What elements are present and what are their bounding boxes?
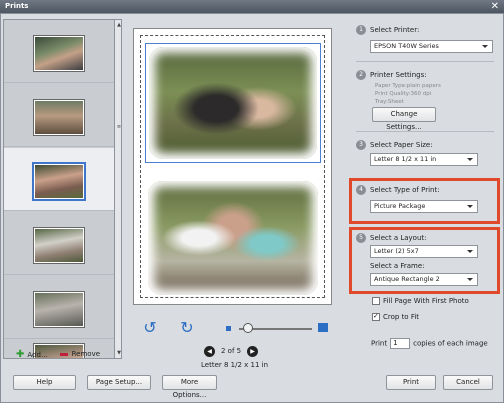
chevron-down-icon: [482, 45, 488, 48]
rotate-left-icon[interactable]: ↺: [141, 319, 159, 337]
preview-photo-bottom[interactable]: [145, 178, 321, 298]
title-bar: Prints ✕: [0, 0, 504, 13]
thumbnail-image: [34, 36, 84, 71]
print-quality-info: Print Quality:360 dpi: [375, 91, 432, 97]
remove-label: Remove: [71, 350, 101, 358]
copies-row: Print 1 copies of each image: [371, 338, 488, 349]
window-title: Prints: [5, 2, 29, 10]
zoom-out-icon[interactable]: [226, 326, 231, 331]
thumbnail-image: [34, 228, 84, 263]
add-remove-bar: ✚ Add... Remove: [16, 347, 100, 361]
thumbnail-image: [34, 164, 84, 199]
remove-button[interactable]: Remove: [59, 350, 101, 358]
step-select-layout: 5 Select a Layout:: [356, 233, 427, 243]
crop-to-fit-checkbox[interactable]: Crop to Fit: [372, 312, 420, 321]
copies-spinner[interactable]: 1: [390, 338, 411, 349]
preview-controls: ↺ ↻: [141, 319, 336, 339]
step-label: Printer Settings:: [370, 71, 427, 79]
prints-dialog: ▲ ≡ ▼ ✚ Add... Remove ↺ ↻ ◀ 2 of 5 ▶ Lett…: [0, 13, 504, 403]
checkbox-box[interactable]: [372, 297, 380, 305]
preview-photo-top[interactable]: [145, 43, 321, 163]
tray-info: Tray:Sheet: [375, 99, 404, 105]
step-number: 3: [356, 140, 366, 150]
scroll-down-icon[interactable]: ▼: [115, 350, 123, 356]
scroll-thumb-icon[interactable]: ≡: [115, 124, 123, 130]
fill-page-checkbox[interactable]: Fill Page With First Photo: [372, 297, 469, 305]
frame-select-value: Antique Rectangle 2: [374, 275, 440, 283]
rotate-right-icon[interactable]: ↻: [178, 319, 196, 337]
step-label: Select Paper Size:: [370, 141, 433, 149]
step-label: Select Printer:: [370, 26, 420, 34]
step-number: 2: [356, 70, 366, 80]
layout-select[interactable]: Letter (2) 5x7: [370, 245, 478, 258]
thumbnail-item[interactable]: [4, 276, 115, 339]
thumbnail-item[interactable]: [4, 212, 115, 275]
paper-type-info: Paper Type:plain papers: [375, 83, 441, 89]
print-preview-page: [133, 28, 332, 305]
step-number: 4: [356, 185, 366, 195]
settings-panel: 1 Select Printer: EPSON T40W Series 2 Prin…: [348, 19, 503, 369]
next-page-icon[interactable]: ▶: [247, 345, 259, 357]
help-button[interactable]: Help: [13, 375, 76, 390]
chevron-down-icon: [467, 158, 473, 161]
layout-select-value: Letter (2) 5x7: [374, 247, 419, 255]
printer-select[interactable]: EPSON T40W Series: [370, 40, 493, 53]
crop-to-fit-label: Crop to Fit: [383, 313, 420, 321]
step-select-paper-size: 3 Select Paper Size:: [356, 140, 433, 150]
dialog-button-bar: Help Page Setup... More Options... Print…: [1, 375, 504, 403]
thumbnail-image: [34, 292, 84, 327]
cancel-button[interactable]: Cancel: [443, 375, 493, 390]
fill-page-label: Fill Page With First Photo: [383, 297, 469, 305]
copies-suffix: copies of each image: [413, 339, 488, 348]
step-number: 1: [356, 25, 366, 35]
step-select-printer: 1 Select Printer:: [356, 25, 419, 35]
thumbnail-image: [34, 100, 84, 135]
type-of-print-select[interactable]: Picture Package: [370, 200, 478, 213]
close-icon[interactable]: ✕: [491, 0, 499, 13]
minus-icon: [59, 352, 68, 356]
step-number: 5: [356, 233, 366, 243]
plus-icon: ✚: [16, 348, 25, 360]
thumbnail-list: [3, 19, 116, 359]
chevron-down-icon: [467, 278, 473, 281]
photo-image: [149, 47, 317, 159]
step-select-type-of-print: 4 Select Type of Print:: [356, 185, 440, 195]
copies-value: 1: [393, 339, 398, 347]
paper-size-select-value: Letter 8 1/2 x 11 in: [374, 155, 437, 163]
frame-select[interactable]: Antique Rectangle 2: [370, 273, 478, 286]
type-of-print-select-value: Picture Package: [374, 202, 426, 210]
chevron-down-icon: [467, 205, 473, 208]
photo-image: [148, 181, 318, 295]
change-settings-button[interactable]: Change Settings...: [372, 107, 436, 131]
chevron-down-icon: [467, 250, 473, 253]
frame-label: Select a Frame:: [370, 262, 425, 270]
step-label: Select Type of Print:: [370, 186, 440, 194]
zoom-in-icon[interactable]: [318, 323, 328, 332]
page-setup-button[interactable]: Page Setup...: [87, 375, 151, 390]
scroll-up-icon[interactable]: ▲: [115, 22, 123, 28]
step-label: Select a Layout:: [370, 234, 427, 242]
more-options-button[interactable]: More Options...: [162, 375, 217, 399]
thumbnail-item[interactable]: [4, 20, 115, 83]
zoom-slider-handle[interactable]: [243, 323, 253, 333]
previous-page-icon[interactable]: ◀: [204, 345, 215, 357]
add-button[interactable]: ✚ Add...: [16, 349, 48, 360]
add-label: Add...: [27, 350, 48, 359]
checkbox-box-checked[interactable]: [372, 312, 380, 321]
paper-size-select[interactable]: Letter 8 1/2 x 11 in: [370, 153, 478, 166]
print-button[interactable]: Print: [386, 375, 436, 390]
divider: [356, 131, 494, 132]
thumbnail-item-selected[interactable]: [4, 148, 115, 211]
divider: [356, 61, 494, 62]
page-navigator: ◀ 2 of 5 ▶: [204, 345, 259, 357]
thumbnail-item[interactable]: [4, 84, 115, 147]
copies-prefix: Print: [371, 339, 388, 348]
step-printer-settings: 2 Printer Settings:: [356, 70, 427, 80]
printer-select-value: EPSON T40W Series: [374, 42, 439, 50]
thumbnail-scrollbar[interactable]: ▲ ≡ ▼: [114, 19, 122, 359]
page-indicator: 2 of 5: [221, 347, 242, 355]
preview-paper-size: Letter 8 1/2 x 11 in: [201, 361, 269, 369]
